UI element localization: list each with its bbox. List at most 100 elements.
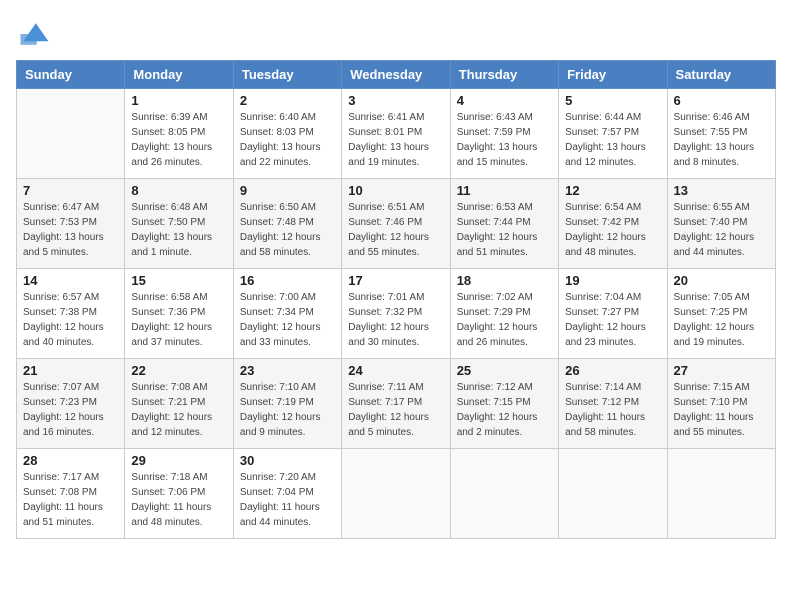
day-number: 29 — [131, 453, 226, 468]
week-row-4: 21 Sunrise: 7:07 AMSunset: 7:23 PMDayligh… — [17, 359, 776, 449]
day-info: Sunrise: 6:54 AMSunset: 7:42 PMDaylight:… — [565, 200, 660, 260]
day-number: 26 — [565, 363, 660, 378]
day-number: 2 — [240, 93, 335, 108]
calendar-cell — [342, 449, 450, 539]
day-info: Sunrise: 7:08 AMSunset: 7:21 PMDaylight:… — [131, 380, 226, 440]
day-info: Sunrise: 7:00 AMSunset: 7:34 PMDaylight:… — [240, 290, 335, 350]
day-number: 22 — [131, 363, 226, 378]
day-info: Sunrise: 7:17 AMSunset: 7:08 PMDaylight:… — [23, 470, 118, 530]
day-info: Sunrise: 6:58 AMSunset: 7:36 PMDaylight:… — [131, 290, 226, 350]
day-number: 14 — [23, 273, 118, 288]
day-info: Sunrise: 6:53 AMSunset: 7:44 PMDaylight:… — [457, 200, 552, 260]
day-number: 25 — [457, 363, 552, 378]
weekday-header-wednesday: Wednesday — [342, 61, 450, 89]
calendar-cell: 9 Sunrise: 6:50 AMSunset: 7:48 PMDaylight… — [233, 179, 341, 269]
day-info: Sunrise: 6:44 AMSunset: 7:57 PMDaylight:… — [565, 110, 660, 170]
day-info: Sunrise: 7:02 AMSunset: 7:29 PMDaylight:… — [457, 290, 552, 350]
day-number: 9 — [240, 183, 335, 198]
week-row-5: 28 Sunrise: 7:17 AMSunset: 7:08 PMDayligh… — [17, 449, 776, 539]
calendar-cell: 3 Sunrise: 6:41 AMSunset: 8:01 PMDaylight… — [342, 89, 450, 179]
day-number: 10 — [348, 183, 443, 198]
day-info: Sunrise: 6:46 AMSunset: 7:55 PMDaylight:… — [674, 110, 769, 170]
calendar-cell: 4Sunrise: 6:43 AMSunset: 7:59 PMDaylight… — [450, 89, 558, 179]
day-info: Sunrise: 7:07 AMSunset: 7:23 PMDaylight:… — [23, 380, 118, 440]
day-number: 5 — [565, 93, 660, 108]
day-info: Sunrise: 6:43 AMSunset: 7:59 PMDaylight:… — [457, 110, 552, 170]
day-number: 28 — [23, 453, 118, 468]
logo-icon — [16, 16, 52, 52]
calendar-cell: 11Sunrise: 6:53 AMSunset: 7:44 PMDayligh… — [450, 179, 558, 269]
calendar-cell: 29Sunrise: 7:18 AMSunset: 7:06 PMDayligh… — [125, 449, 233, 539]
weekday-header-saturday: Saturday — [667, 61, 775, 89]
calendar-cell: 20 Sunrise: 7:05 AMSunset: 7:25 PMDayligh… — [667, 269, 775, 359]
day-info: Sunrise: 7:20 AMSunset: 7:04 PMDaylight:… — [240, 470, 335, 530]
calendar-cell: 26 Sunrise: 7:14 AMSunset: 7:12 PMDayligh… — [559, 359, 667, 449]
day-number: 20 — [674, 273, 769, 288]
calendar-cell: 10 Sunrise: 6:51 AMSunset: 7:46 PMDayligh… — [342, 179, 450, 269]
calendar-cell: 22 Sunrise: 7:08 AMSunset: 7:21 PMDayligh… — [125, 359, 233, 449]
calendar-cell — [559, 449, 667, 539]
calendar-cell: 12 Sunrise: 6:54 AMSunset: 7:42 PMDayligh… — [559, 179, 667, 269]
weekday-header-sunday: Sunday — [17, 61, 125, 89]
calendar-cell: 21 Sunrise: 7:07 AMSunset: 7:23 PMDayligh… — [17, 359, 125, 449]
weekday-header-friday: Friday — [559, 61, 667, 89]
day-number: 27 — [674, 363, 769, 378]
day-info: Sunrise: 6:40 AMSunset: 8:03 PMDaylight:… — [240, 110, 335, 170]
calendar-cell: 7 Sunrise: 6:47 AMSunset: 7:53 PMDaylight… — [17, 179, 125, 269]
day-info: Sunrise: 7:04 AMSunset: 7:27 PMDaylight:… — [565, 290, 660, 350]
day-number: 19 — [565, 273, 660, 288]
calendar-cell: 13 Sunrise: 6:55 AMSunset: 7:40 PMDayligh… — [667, 179, 775, 269]
day-number: 7 — [23, 183, 118, 198]
calendar-cell: 19 Sunrise: 7:04 AMSunset: 7:27 PMDayligh… — [559, 269, 667, 359]
day-info: Sunrise: 6:57 AMSunset: 7:38 PMDaylight:… — [23, 290, 118, 350]
day-number: 23 — [240, 363, 335, 378]
day-info: Sunrise: 7:05 AMSunset: 7:25 PMDaylight:… — [674, 290, 769, 350]
day-number: 6 — [674, 93, 769, 108]
day-number: 13 — [674, 183, 769, 198]
week-row-3: 14 Sunrise: 6:57 AMSunset: 7:38 PMDayligh… — [17, 269, 776, 359]
day-info: Sunrise: 6:41 AMSunset: 8:01 PMDaylight:… — [348, 110, 443, 170]
day-info: Sunrise: 6:39 AMSunset: 8:05 PMDaylight:… — [131, 110, 226, 170]
calendar-cell: 2 Sunrise: 6:40 AMSunset: 8:03 PMDaylight… — [233, 89, 341, 179]
day-info: Sunrise: 6:47 AMSunset: 7:53 PMDaylight:… — [23, 200, 118, 260]
day-info: Sunrise: 7:12 AMSunset: 7:15 PMDaylight:… — [457, 380, 552, 440]
day-info: Sunrise: 7:11 AMSunset: 7:17 PMDaylight:… — [348, 380, 443, 440]
calendar-cell: 17 Sunrise: 7:01 AMSunset: 7:32 PMDayligh… — [342, 269, 450, 359]
calendar-cell: 28 Sunrise: 7:17 AMSunset: 7:08 PMDayligh… — [17, 449, 125, 539]
calendar-cell: 24Sunrise: 7:11 AMSunset: 7:17 PMDayligh… — [342, 359, 450, 449]
calendar-cell: 6 Sunrise: 6:46 AMSunset: 7:55 PMDaylight… — [667, 89, 775, 179]
day-info: Sunrise: 6:55 AMSunset: 7:40 PMDaylight:… — [674, 200, 769, 260]
day-number: 3 — [348, 93, 443, 108]
day-number: 21 — [23, 363, 118, 378]
week-row-2: 7 Sunrise: 6:47 AMSunset: 7:53 PMDaylight… — [17, 179, 776, 269]
calendar-cell: 16 Sunrise: 7:00 AMSunset: 7:34 PMDayligh… — [233, 269, 341, 359]
week-row-1: 1 Sunrise: 6:39 AMSunset: 8:05 PMDaylight… — [17, 89, 776, 179]
day-number: 1 — [131, 93, 226, 108]
day-number: 12 — [565, 183, 660, 198]
calendar-cell — [667, 449, 775, 539]
calendar-cell: 23Sunrise: 7:10 AMSunset: 7:19 PMDayligh… — [233, 359, 341, 449]
logo — [16, 16, 54, 52]
day-number: 16 — [240, 273, 335, 288]
day-info: Sunrise: 6:50 AMSunset: 7:48 PMDaylight:… — [240, 200, 335, 260]
calendar-cell: 14 Sunrise: 6:57 AMSunset: 7:38 PMDayligh… — [17, 269, 125, 359]
day-info: Sunrise: 6:48 AMSunset: 7:50 PMDaylight:… — [131, 200, 226, 260]
calendar-cell — [450, 449, 558, 539]
weekday-header-row: SundayMondayTuesdayWednesdayThursdayFrid… — [17, 61, 776, 89]
day-info: Sunrise: 7:14 AMSunset: 7:12 PMDaylight:… — [565, 380, 660, 440]
day-info: Sunrise: 7:15 AMSunset: 7:10 PMDaylight:… — [674, 380, 769, 440]
calendar-cell: 1 Sunrise: 6:39 AMSunset: 8:05 PMDaylight… — [125, 89, 233, 179]
weekday-header-monday: Monday — [125, 61, 233, 89]
day-info: Sunrise: 7:01 AMSunset: 7:32 PMDaylight:… — [348, 290, 443, 350]
day-number: 15 — [131, 273, 226, 288]
calendar-cell: 8 Sunrise: 6:48 AMSunset: 7:50 PMDaylight… — [125, 179, 233, 269]
calendar-cell: 30Sunrise: 7:20 AMSunset: 7:04 PMDayligh… — [233, 449, 341, 539]
calendar-cell — [17, 89, 125, 179]
weekday-header-tuesday: Tuesday — [233, 61, 341, 89]
calendar-cell: 27 Sunrise: 7:15 AMSunset: 7:10 PMDayligh… — [667, 359, 775, 449]
calendar-cell: 18Sunrise: 7:02 AMSunset: 7:29 PMDayligh… — [450, 269, 558, 359]
day-number: 8 — [131, 183, 226, 198]
day-number: 17 — [348, 273, 443, 288]
day-info: Sunrise: 6:51 AMSunset: 7:46 PMDaylight:… — [348, 200, 443, 260]
calendar-table: SundayMondayTuesdayWednesdayThursdayFrid… — [16, 60, 776, 539]
